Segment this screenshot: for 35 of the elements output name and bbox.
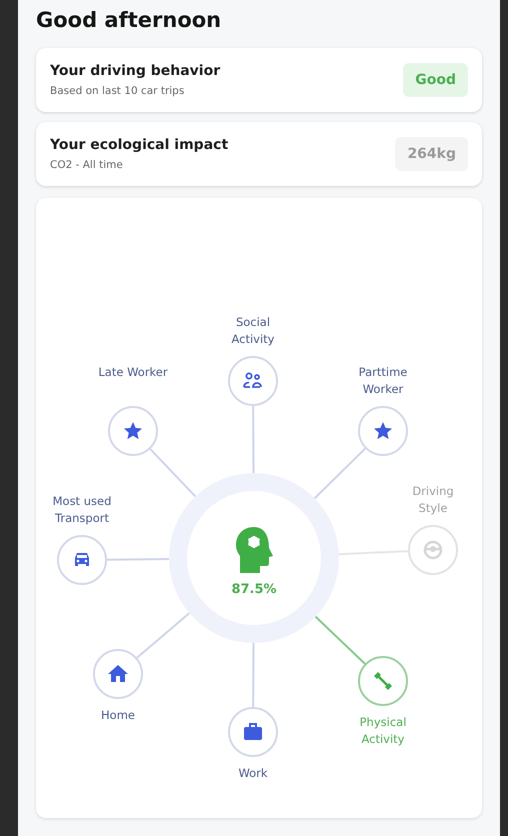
score-value: 87.5% bbox=[231, 582, 277, 596]
card-subtitle: CO2 - All time bbox=[50, 159, 124, 171]
connector-line bbox=[252, 643, 254, 707]
profile-node[interactable] bbox=[57, 535, 107, 585]
connector-line bbox=[150, 448, 196, 498]
node-label: Most used Transport bbox=[52, 493, 112, 527]
head-gear-icon bbox=[234, 526, 274, 574]
connector-line bbox=[314, 616, 366, 664]
node-label: Driving Style bbox=[411, 483, 455, 517]
connector-line bbox=[314, 448, 366, 500]
summary-card[interactable]: Your ecological impact CO2 - All time 264kg bbox=[36, 122, 482, 186]
profile-node[interactable] bbox=[108, 406, 158, 456]
profile-node[interactable] bbox=[358, 406, 408, 456]
node-label: Parttime Worker bbox=[358, 364, 408, 398]
node-label: Social Activity bbox=[230, 314, 276, 348]
card-title: Your ecological impact bbox=[50, 137, 228, 153]
summary-card[interactable]: Your driving behavior Based on last 10 car trips Good bbox=[36, 48, 482, 112]
status-badge: 264kg bbox=[395, 137, 468, 171]
card-subtitle: Based on last 10 car trips bbox=[50, 85, 186, 97]
connector-line bbox=[338, 550, 408, 556]
greeting-title: Good afternoon bbox=[36, 8, 222, 32]
connector-line bbox=[136, 612, 190, 659]
profile-node[interactable] bbox=[228, 356, 278, 406]
profile-node[interactable] bbox=[93, 649, 143, 699]
card-title: Your driving behavior bbox=[50, 63, 220, 79]
node-label: Late Worker bbox=[97, 364, 169, 381]
status-badge: Good bbox=[403, 63, 468, 97]
steering-wheel-icon bbox=[421, 538, 445, 562]
node-label: Home bbox=[100, 707, 136, 724]
connector-line bbox=[252, 406, 255, 473]
node-label: Work bbox=[237, 765, 269, 782]
profile-node[interactable] bbox=[228, 707, 278, 757]
connector-line bbox=[106, 558, 170, 561]
node-label: Physical Activity bbox=[358, 714, 408, 748]
profile-node[interactable] bbox=[358, 656, 408, 706]
